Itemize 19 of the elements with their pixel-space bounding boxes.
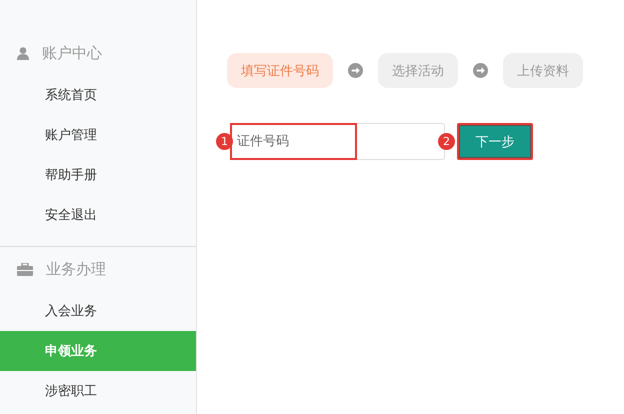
- next-button[interactable]: 下一步: [457, 123, 533, 160]
- user-icon: [17, 46, 29, 60]
- sidebar-item[interactable]: 帮助手册: [0, 155, 196, 195]
- section-title: 账户中心: [42, 44, 102, 62]
- briefcase-icon: [17, 262, 33, 276]
- section-title: 业务办理: [46, 260, 106, 278]
- sidebar-item[interactable]: 涉密职工: [0, 371, 196, 411]
- sidebar-item[interactable]: 账户管理: [0, 115, 196, 155]
- step-number-badge: 2: [438, 133, 455, 150]
- id-number-field[interactable]: 证件号码: [232, 125, 355, 158]
- sidebar-item[interactable]: 系统首页: [0, 75, 196, 115]
- arrow-right-icon: [348, 63, 363, 78]
- step-number-badge: 1: [216, 133, 233, 150]
- arrow-right-icon: [473, 63, 488, 78]
- sidebar-item[interactable]: 安全退出: [0, 195, 196, 235]
- step-label: 选择活动: [378, 53, 458, 88]
- step-label: 上传资料: [503, 53, 583, 88]
- sidebar-item[interactable]: 入会业务: [0, 291, 196, 331]
- step-label: 填写证件号码: [227, 53, 333, 88]
